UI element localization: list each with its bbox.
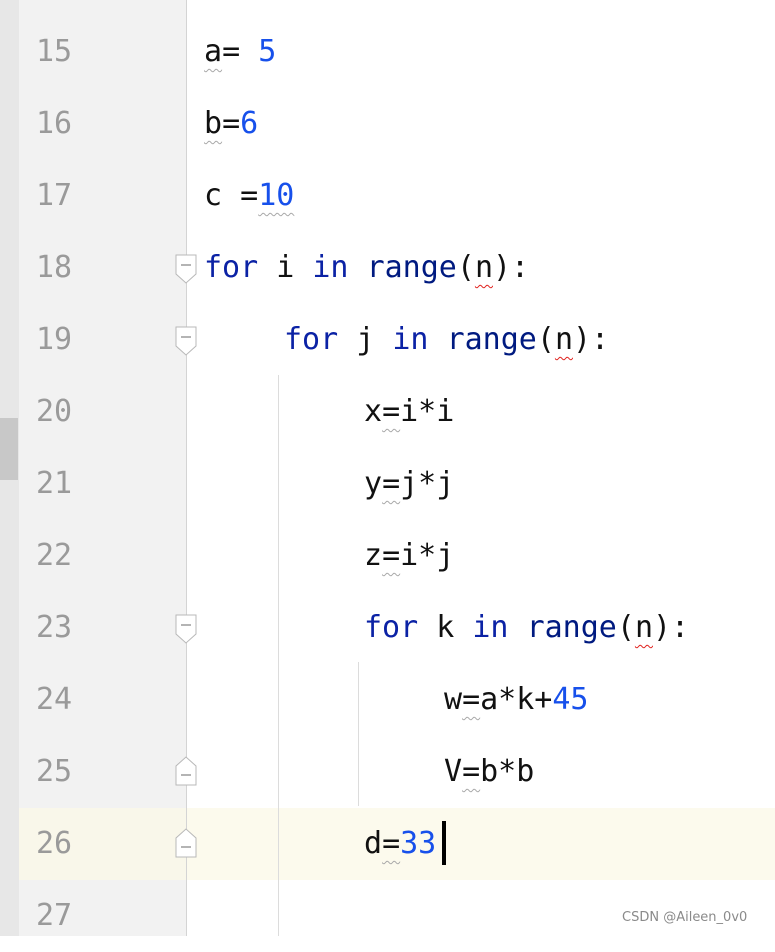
code-token-kw: in	[392, 322, 429, 357]
code-line[interactable]: for i in range(n):	[204, 232, 529, 304]
code-token-fn: range	[366, 250, 457, 285]
code-line[interactable]: z=i*j	[364, 520, 454, 592]
code-line[interactable]: d=33	[364, 808, 436, 880]
code-token-fn: range	[446, 322, 537, 357]
code-line[interactable]: y=j*j	[364, 448, 454, 520]
code-token-num: 6	[240, 106, 259, 141]
code-token-plain: d	[364, 826, 383, 861]
code-token-plain: (	[456, 250, 475, 285]
current-line-highlight	[187, 808, 775, 880]
text-cursor	[442, 821, 446, 865]
code-line[interactable]: b=6	[204, 88, 258, 160]
code-line[interactable]: for j in range(n):	[284, 304, 609, 376]
code-token-plain: k	[418, 610, 473, 645]
code-token-plain: =	[382, 826, 401, 861]
fold-collapse-icon[interactable]	[175, 326, 197, 356]
code-token-num: 10	[258, 178, 295, 213]
code-token-num: 45	[552, 682, 589, 717]
line-number: 22	[36, 538, 73, 573]
line-number: 25	[36, 754, 73, 789]
code-line[interactable]: c =10	[204, 160, 294, 232]
code-token-plain: a	[204, 34, 223, 69]
code-token-plain: b	[204, 106, 223, 141]
code-token-kw: for	[364, 610, 419, 645]
code-token-plain: ):	[573, 322, 610, 357]
code-token-plain: x	[364, 394, 383, 429]
watermark: CSDN @Aileen_0v0	[622, 910, 748, 925]
code-line[interactable]: a= 5	[204, 16, 276, 88]
line-number: 18	[36, 250, 73, 285]
code-token-plain: =	[462, 754, 481, 789]
code-token-plain: =	[382, 466, 401, 501]
code-token-plain: i*j	[400, 538, 455, 573]
code-token-plain: =	[462, 682, 481, 717]
code-line[interactable]: V=b*b	[444, 736, 534, 808]
fold-end-icon[interactable]	[175, 756, 197, 786]
code-token-plain: V	[444, 754, 463, 789]
code-token-plain: =	[222, 106, 241, 141]
scrollbar-thumb[interactable]	[0, 418, 18, 480]
line-number: 20	[36, 394, 73, 429]
line-number: 16	[36, 106, 73, 141]
code-line[interactable]: for k in range(n):	[364, 592, 689, 664]
code-token-plain: y	[364, 466, 383, 501]
code-token-plain: =	[382, 538, 401, 573]
code-token-plain: ):	[493, 250, 530, 285]
line-number: 23	[36, 610, 73, 645]
code-token-fn: range	[526, 610, 617, 645]
code-token-kw: for	[284, 322, 339, 357]
line-number: 27	[36, 898, 73, 933]
code-token-plain: b*b	[480, 754, 535, 789]
code-token-plain: n	[634, 610, 653, 645]
gutter-divider	[186, 0, 187, 936]
code-token-kw: for	[204, 250, 259, 285]
fold-collapse-icon[interactable]	[175, 614, 197, 644]
code-token-plain: a*k+	[480, 682, 553, 717]
line-number: 19	[36, 322, 73, 357]
code-token-plain: =	[382, 394, 401, 429]
code-token-kw: in	[472, 610, 509, 645]
code-token-plain: (	[536, 322, 555, 357]
line-number: 15	[36, 34, 73, 69]
code-token-plain: =	[222, 34, 259, 69]
fold-end-icon[interactable]	[175, 828, 197, 858]
code-token-plain: n	[474, 250, 493, 285]
code-line[interactable]: w=a*k+45	[444, 664, 589, 736]
code-token-plain: (	[616, 610, 635, 645]
line-number: 26	[36, 826, 73, 861]
code-token-plain: i	[258, 250, 313, 285]
code-token-plain: =	[240, 178, 259, 213]
code-token-plain: n	[554, 322, 573, 357]
code-token-plain: j	[338, 322, 393, 357]
code-token-plain: ):	[653, 610, 690, 645]
code-token-plain: w	[444, 682, 463, 717]
code-token-kw: in	[312, 250, 349, 285]
line-number: 24	[36, 682, 73, 717]
line-number: 21	[36, 466, 73, 501]
code-token-num: 5	[258, 34, 277, 69]
code-token-plain: c	[204, 178, 241, 213]
code-line[interactable]: x=i*i	[364, 376, 454, 448]
code-token-plain: i*i	[400, 394, 455, 429]
fold-collapse-icon[interactable]	[175, 254, 197, 284]
code-token-plain: j*j	[400, 466, 455, 501]
code-token-plain: z	[364, 538, 383, 573]
code-token-num: 33	[400, 826, 437, 861]
code-editor[interactable]: 15 16 17 18 19 20 21 22 23 24 25 26 27 a…	[0, 0, 775, 936]
indent-guide	[278, 375, 279, 936]
line-number: 17	[36, 178, 73, 213]
indent-guide	[358, 662, 359, 806]
